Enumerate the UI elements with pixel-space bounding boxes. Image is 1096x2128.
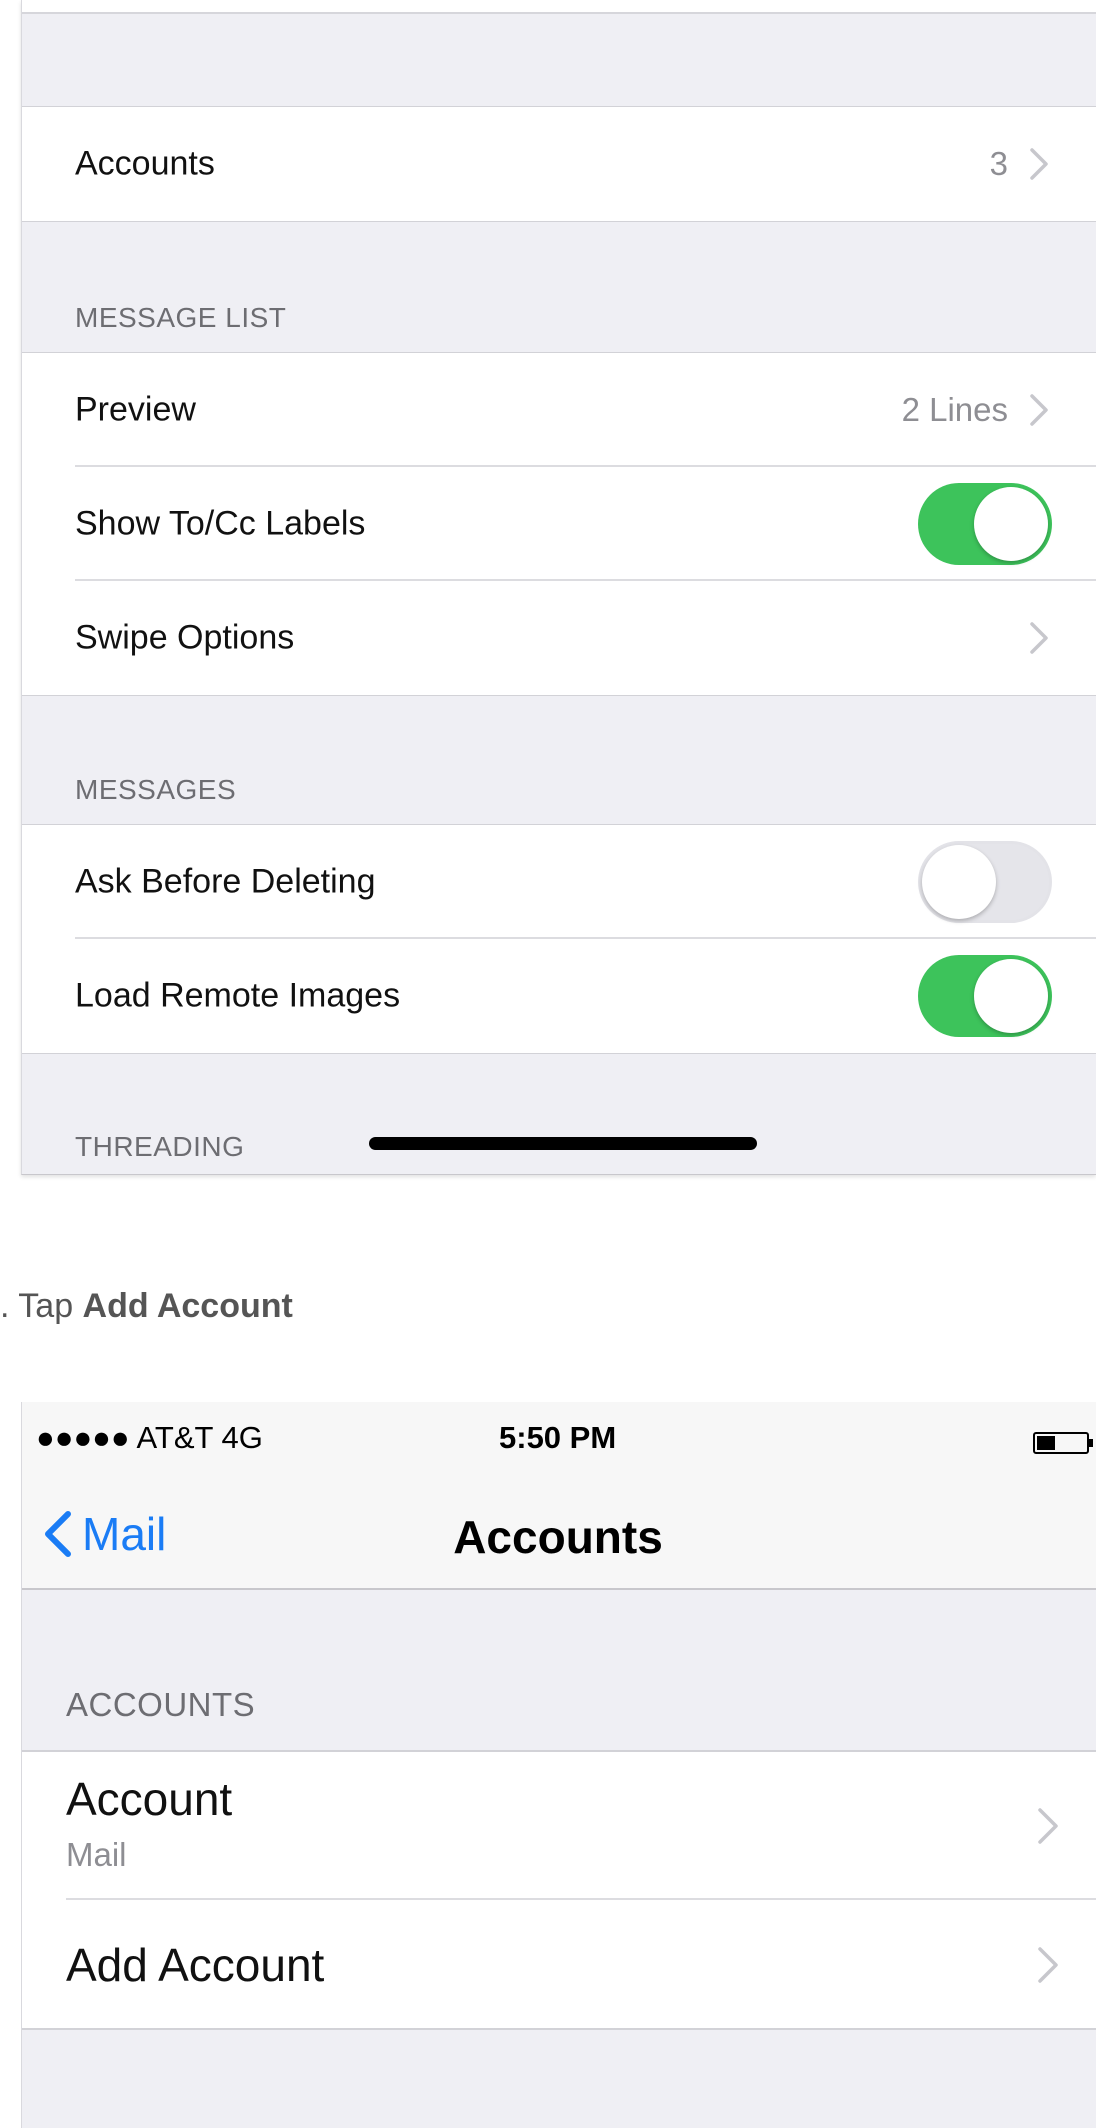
account-subtitle: Mail (66, 1836, 127, 1873)
account-title: Account (66, 1773, 233, 1825)
show-to-cc-label: Show To/Cc Labels (75, 504, 366, 543)
preview-row[interactable]: Preview 2 Lines (22, 353, 1096, 467)
page-title: Accounts (453, 1511, 663, 1563)
accounts-row-label: Accounts (75, 144, 215, 183)
ask-before-deleting-toggle[interactable] (918, 841, 1052, 923)
messages-header: MESSAGES (75, 774, 237, 805)
chevron-right-icon (1038, 1947, 1058, 1983)
accounts-group: Accounts 3 (22, 106, 1096, 222)
home-indicator (369, 1137, 757, 1150)
preview-value: 2 Lines (901, 391, 1008, 428)
show-to-cc-toggle[interactable] (918, 483, 1052, 565)
accounts-count: 3 (989, 145, 1008, 182)
account-row[interactable]: Account Mail (22, 1752, 1096, 1900)
ask-before-deleting-row: Ask Before Deleting (22, 825, 1096, 939)
mail-settings-screenshot: Accounts 3 MESSAGE LIST Preview 2 Lines … (21, 0, 1096, 1175)
navigation-bar: Mail Accounts (22, 1482, 1096, 1590)
threading-header: THREADING (75, 1131, 245, 1162)
load-remote-images-toggle[interactable] (918, 955, 1052, 1037)
chevron-right-icon (1030, 622, 1048, 654)
message-list-group: Preview 2 Lines Show To/Cc Labels Swipe … (22, 352, 1096, 696)
accounts-section-header: ACCOUNTS (66, 1686, 256, 1723)
status-time: 5:50 PM (499, 1420, 617, 1455)
add-account-label: Add Account (66, 1939, 325, 1991)
toggle-knob (974, 487, 1048, 561)
accounts-screenshot: ●●●●● AT&T 4G 5:50 PM Mail Accounts ACCO… (21, 1402, 1096, 2128)
toggle-knob (922, 845, 996, 919)
instruction-caption: . Tap Add Account (0, 1287, 293, 1326)
preview-label: Preview (75, 390, 196, 429)
toggle-knob (974, 959, 1048, 1033)
message-list-header: MESSAGE LIST (75, 302, 287, 333)
load-remote-images-label: Load Remote Images (75, 976, 401, 1015)
chevron-right-icon (1030, 148, 1048, 180)
accounts-row[interactable]: Accounts 3 (22, 107, 1096, 221)
add-account-row[interactable]: Add Account (22, 1900, 1096, 2030)
previous-row-edge (22, 0, 1096, 12)
load-remote-images-row: Load Remote Images (22, 939, 1096, 1053)
swipe-options-label: Swipe Options (75, 618, 295, 657)
carrier-signal: ●●●●● AT&T 4G (36, 1420, 263, 1455)
caption-bold: Add Account (82, 1287, 293, 1325)
caption-prefix: . Tap (0, 1287, 83, 1325)
divider (22, 12, 1096, 14)
chevron-right-icon (1038, 1808, 1058, 1844)
swipe-options-row[interactable]: Swipe Options (22, 581, 1096, 695)
accounts-list: Account Mail Add Account (22, 1750, 1096, 2030)
ask-before-deleting-label: Ask Before Deleting (75, 862, 376, 901)
messages-group: Ask Before Deleting Load Remote Images (22, 824, 1096, 1054)
battery-icon (1033, 1432, 1093, 1454)
show-to-cc-row: Show To/Cc Labels (22, 467, 1096, 581)
status-bar: ●●●●● AT&T 4G 5:50 PM (22, 1402, 1096, 1482)
chevron-right-icon (1030, 394, 1048, 426)
